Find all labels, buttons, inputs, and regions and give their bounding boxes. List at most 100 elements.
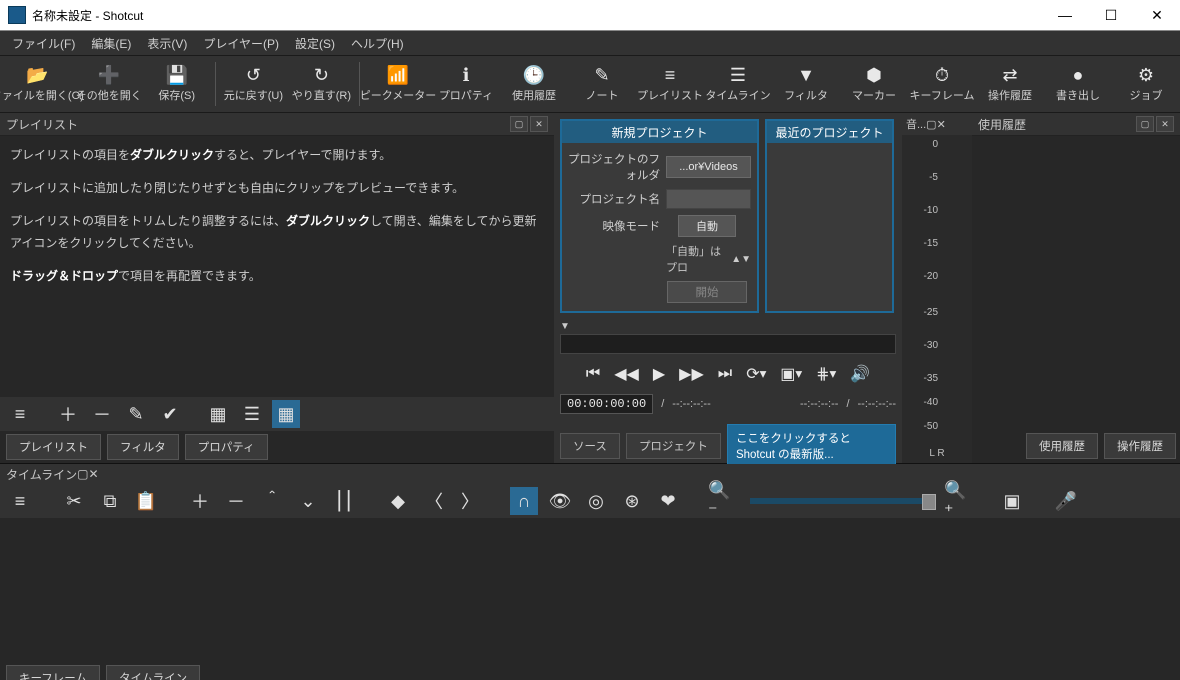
audio-meter-undock-button[interactable]: ▢ (926, 118, 936, 131)
history-close-button[interactable]: ✕ (1156, 116, 1174, 132)
playlist-remove-button[interactable]: － (88, 400, 116, 428)
zoom-in-button[interactable]: 🔍⁺ (944, 487, 972, 515)
history-body[interactable] (972, 136, 1180, 429)
save-button[interactable]: 💾保存(S) (143, 56, 211, 112)
paste-button[interactable]: 📋 (132, 487, 160, 515)
playlist-view-detail-button[interactable]: ▦ (204, 400, 232, 428)
rewind-button[interactable]: ◀◀ (614, 364, 639, 384)
history-tab[interactable]: 使用履歴 (1026, 433, 1098, 459)
maximize-button[interactable]: ☐ (1088, 0, 1134, 30)
bottom-tab[interactable]: キーフレーム (6, 665, 100, 680)
grid-button[interactable]: ⋕▾ (816, 364, 836, 384)
zoom-fit-timeline-button[interactable]: ▣ (998, 487, 1026, 515)
zoom-slider[interactable] (750, 498, 930, 504)
playlist-button[interactable]: ≡プレイリスト (636, 56, 704, 112)
start-project-button[interactable]: 開始 (667, 281, 747, 303)
skip-end-button[interactable]: ⏭ (718, 365, 732, 383)
playlist-close-button[interactable]: ✕ (530, 116, 548, 132)
timeline-menu-button[interactable]: ≡ (6, 487, 34, 515)
keyframes-button[interactable]: ⏱キーフレーム (908, 56, 976, 112)
project-name-input[interactable] (666, 189, 751, 209)
playlist-body: プレイリストの項目をダブルクリックすると、プレイヤーで開けます。プレイリストに追… (0, 136, 554, 397)
playlist-update-button[interactable]: ✎ (122, 400, 150, 428)
playlist-view-list-button[interactable]: ☰ (238, 400, 266, 428)
properties-button[interactable]: ℹプロパティ (432, 56, 500, 112)
next-marker-button[interactable]: 〉 (456, 487, 484, 515)
playhead-marker-icon[interactable]: ▼ (560, 321, 896, 332)
zoom-handle-icon[interactable] (922, 494, 936, 510)
meter-scale-tick: -30 (908, 340, 938, 351)
timecode-out: --:--:--:-- (858, 398, 896, 410)
playlist-tab[interactable]: プロパティ (185, 434, 268, 460)
menu-item[interactable]: 編集(E) (83, 33, 139, 54)
loop-button[interactable]: ⟳▾ (746, 364, 766, 384)
menu-item[interactable]: プレイヤー(P) (195, 33, 287, 54)
marker-button[interactable]: ◆ (384, 487, 412, 515)
ripple-all-button[interactable]: ⊛ (618, 487, 646, 515)
scrub-bar[interactable] (560, 334, 896, 354)
snap-button[interactable]: ∩ (510, 487, 538, 515)
menu-item[interactable]: 設定(S) (287, 33, 343, 54)
filters-button[interactable]: ▼フィルタ (772, 56, 840, 112)
append-button[interactable]: ＋ (186, 487, 214, 515)
volume-button[interactable]: 🔊 (850, 364, 870, 384)
peak-meter-button[interactable]: 📶ピークメーター (364, 56, 432, 112)
cut-button[interactable]: ✂ (60, 487, 88, 515)
export-button[interactable]: ●書き出し (1044, 56, 1112, 112)
recent-button[interactable]: 🕒使用履歴 (500, 56, 568, 112)
play-button[interactable]: ▶ (653, 364, 665, 384)
audio-meter-close-button[interactable]: ✕ (937, 118, 946, 131)
playlist-check-button[interactable]: ✔ (156, 400, 184, 428)
zoom-fit-button[interactable]: ▣▾ (780, 364, 802, 384)
close-button[interactable]: ✕ (1134, 0, 1180, 30)
ripple-button[interactable]: ◎ (582, 487, 610, 515)
history-button[interactable]: ⇄操作履歴 (976, 56, 1044, 112)
menu-item[interactable]: ファイル(F) (4, 33, 83, 54)
scrub-audio-button[interactable]: 👁 (546, 487, 574, 515)
spin-icon[interactable]: ▲▼ (731, 254, 751, 265)
bottom-tab[interactable]: タイムライン (106, 665, 200, 680)
lift-button[interactable]: ＾ (258, 487, 286, 515)
menu-item[interactable]: ヘルプ(H) (343, 33, 412, 54)
open-other-button[interactable]: ➕その他を開く (75, 56, 143, 112)
video-mode-select[interactable]: 自動 (678, 215, 736, 237)
overwrite-button[interactable]: ⌄ (294, 487, 322, 515)
fast-forward-button[interactable]: ▶▶ (679, 364, 704, 384)
source-tab[interactable]: ソース (560, 433, 620, 459)
timeline-undock-button[interactable]: ▢ (77, 467, 88, 481)
project-tab[interactable]: プロジェクト (626, 433, 721, 459)
split-button[interactable]: ⎮⎮ (330, 487, 358, 515)
timeline-button[interactable]: ☰タイムライン (704, 56, 772, 112)
playlist-add-button[interactable]: ＋ (54, 400, 82, 428)
timecode-current[interactable]: 00:00:00:00 (560, 394, 653, 414)
skip-start-button[interactable]: ⏮ (586, 365, 600, 383)
playlist-menu-button[interactable]: ≡ (6, 400, 34, 428)
ripple-markers-button[interactable]: ❤ (654, 487, 682, 515)
playlist-undock-button[interactable]: ▢ (510, 116, 528, 132)
timeline-tracks-area[interactable] (0, 518, 1180, 662)
playlist-view-grid-button[interactable]: ▦ (272, 400, 300, 428)
record-audio-button[interactable]: 🎤 (1052, 487, 1080, 515)
prev-marker-button[interactable]: 〈 (420, 487, 448, 515)
recent-projects-list[interactable] (767, 143, 892, 287)
timeline-close-button[interactable]: ✕ (89, 467, 99, 481)
playlist-tab[interactable]: プレイリスト (6, 434, 101, 460)
minimize-button[interactable]: — (1042, 0, 1088, 30)
video-mode-label: 映像モード (568, 218, 666, 234)
history-tab[interactable]: 操作履歴 (1104, 433, 1176, 459)
menu-item[interactable]: 表示(V) (139, 33, 195, 54)
notes-button[interactable]: ✎ノート (568, 56, 636, 112)
jobs-button[interactable]: ⚙ジョブ (1112, 56, 1180, 112)
ripple-delete-button[interactable]: － (222, 487, 250, 515)
filters-button-label: フィルタ (784, 87, 828, 103)
history-undock-button[interactable]: ▢ (1136, 116, 1154, 132)
redo-button[interactable]: ↻やり直す(R) (287, 56, 355, 112)
undo-button[interactable]: ↺元に戻す(U) (219, 56, 287, 112)
zoom-out-button[interactable]: 🔍⁻ (708, 487, 736, 515)
open-file-button[interactable]: 📂ファイルを開く(O) (0, 56, 75, 112)
project-folder-button[interactable]: ...or¥Videos (666, 156, 751, 178)
copy-button[interactable]: ⧉ (96, 487, 124, 515)
playlist-tab[interactable]: フィルタ (107, 434, 179, 460)
update-notice[interactable]: ここをクリックすると Shotcut の最新版... (727, 424, 896, 468)
markers-button[interactable]: ⬢マーカー (840, 56, 908, 112)
